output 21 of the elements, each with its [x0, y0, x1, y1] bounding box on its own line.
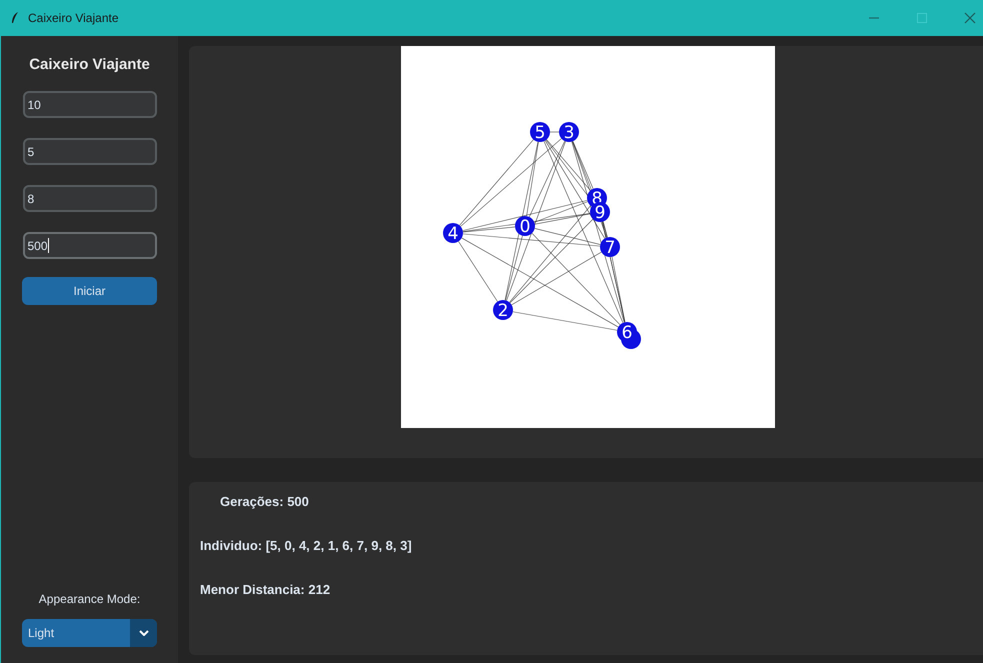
app-title: Caixeiro Viajante: [29, 56, 150, 73]
graph-node: 5: [530, 122, 550, 143]
input-field[interactable]: 10: [22, 91, 156, 118]
start-button[interactable]: Iniciar: [22, 277, 157, 305]
close-icon[interactable]: [964, 12, 976, 24]
input-field[interactable]: 500: [22, 232, 156, 259]
appearance-label: Appearance Mode:: [38, 592, 140, 606]
appearance-dropdown[interactable]: Light: [22, 619, 157, 647]
chevron-down-icon: [138, 630, 148, 636]
individual-text: Individuo: [5, 0, 4, 2, 1, 6, 7, 9, 8, 3]: [200, 538, 413, 553]
graph-node: 2: [493, 300, 513, 321]
input-field[interactable]: 8: [22, 185, 156, 212]
graph-node: 0: [515, 216, 535, 237]
graph-node: 7: [600, 237, 620, 258]
generations-text: Gerações: 500: [219, 494, 310, 509]
feather-icon: [10, 11, 20, 25]
window-title: Caixeiro Viajante: [28, 11, 118, 25]
graph-node: 4: [443, 223, 463, 244]
distance-text: Menor Distancia: 212: [200, 582, 332, 597]
input-field[interactable]: 5: [22, 138, 156, 165]
graph-node: 3: [559, 122, 579, 143]
